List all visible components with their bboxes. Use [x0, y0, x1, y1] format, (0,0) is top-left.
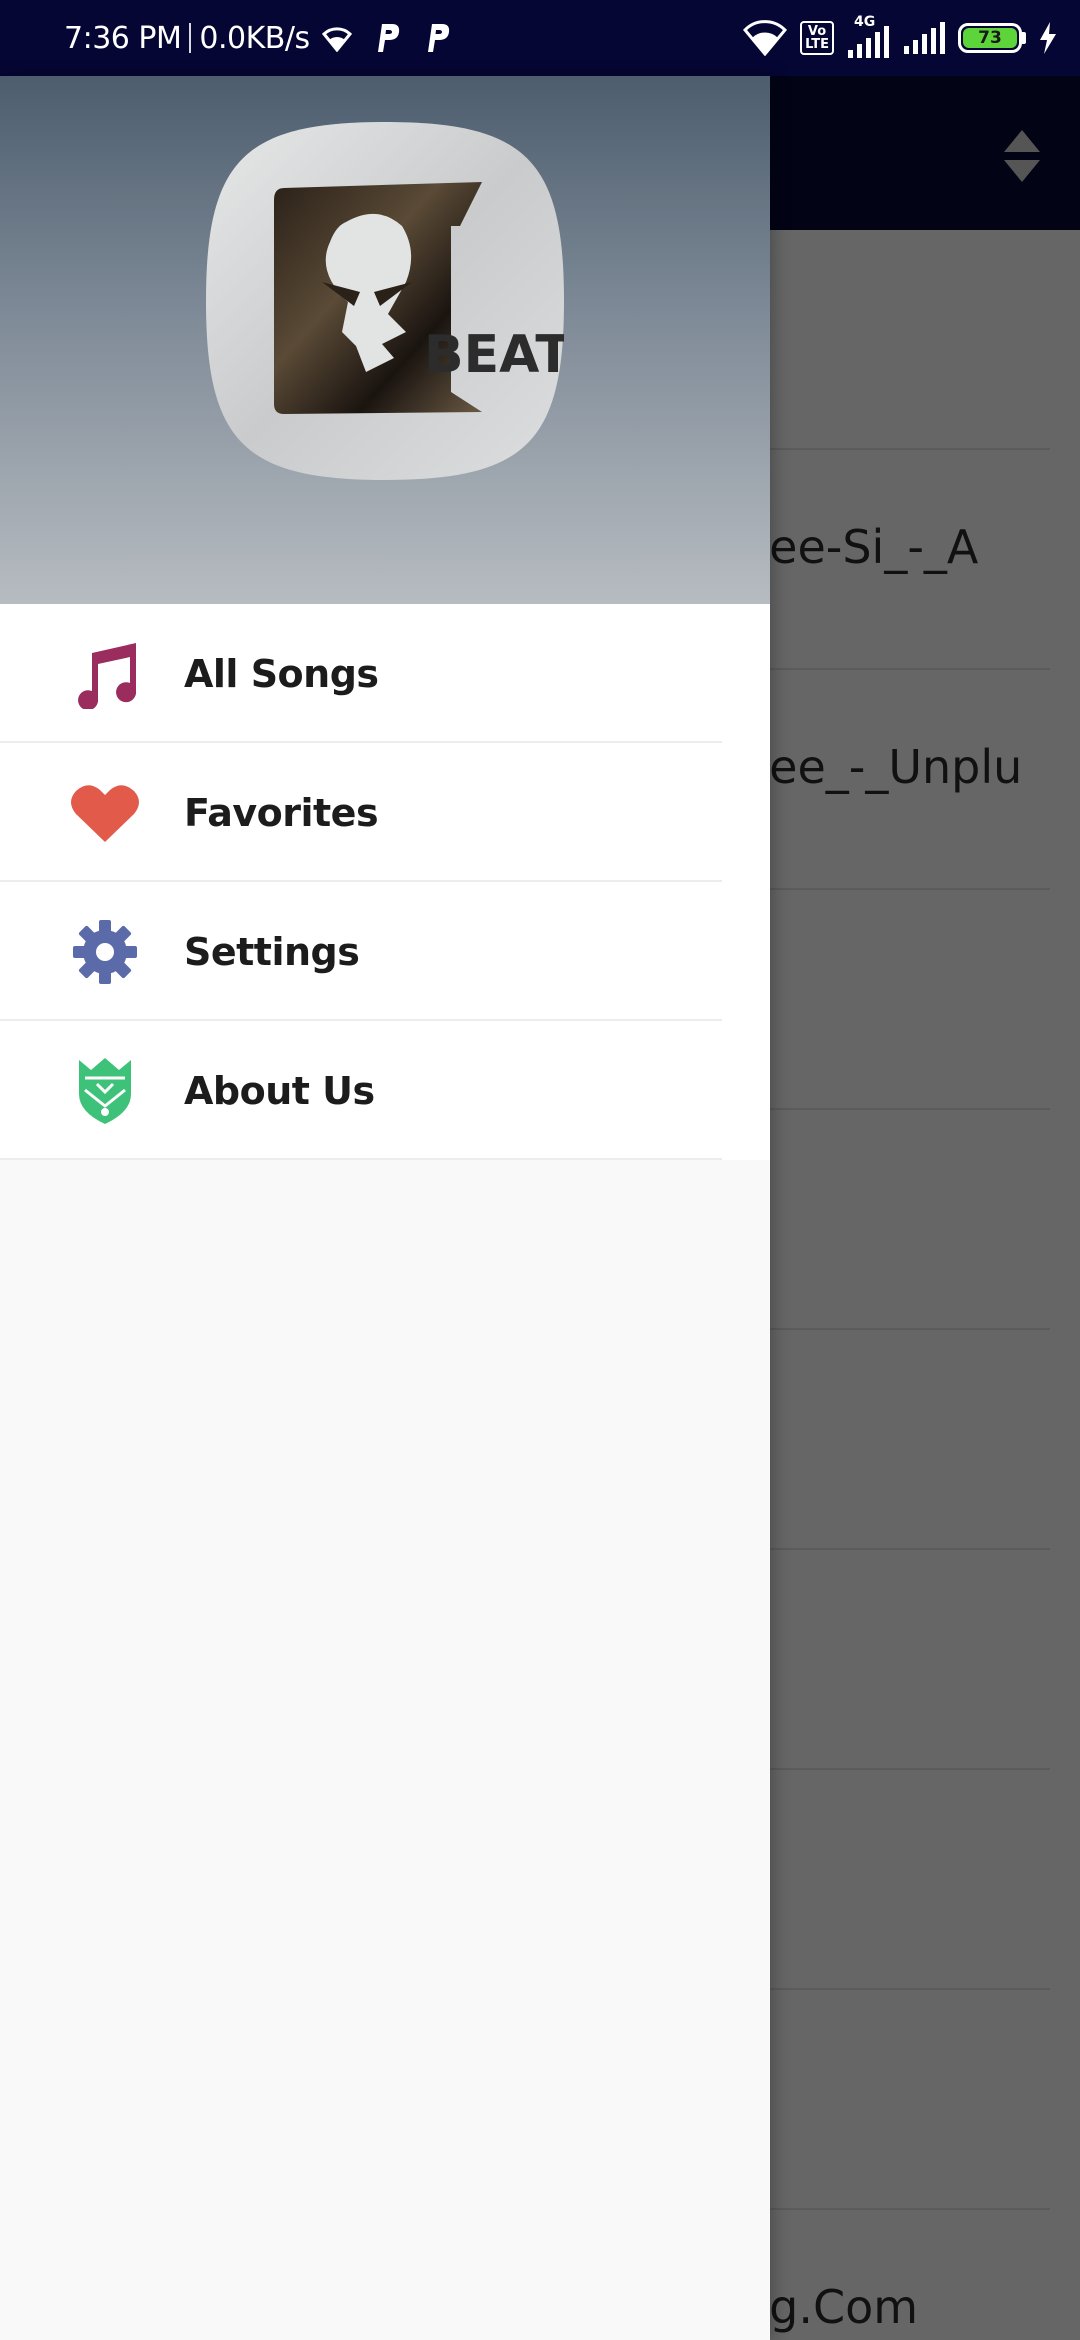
menu-item-settings[interactable]: Settings: [0, 882, 770, 1021]
signal-icon: [904, 22, 945, 54]
signal-icon: [848, 26, 889, 58]
status-bar: 7:36 PM 0.0KB/s Vo LTE 4G 73: [0, 0, 1080, 76]
network-type: 4G: [854, 14, 876, 30]
menu-label: Settings: [184, 929, 360, 974]
menu-item-favorites[interactable]: Favorites: [0, 743, 770, 882]
menu-label: About Us: [184, 1068, 375, 1113]
charging-icon: [1040, 22, 1056, 54]
menu-label: All Songs: [184, 651, 379, 696]
divider: [0, 1158, 722, 1160]
status-speed: 0.0KB/s: [199, 20, 310, 56]
wifi-icon: [743, 20, 788, 56]
logo-text: BEATS: [424, 325, 564, 385]
menu-item-about-us[interactable]: About Us: [0, 1021, 770, 1160]
parking-icon: [427, 24, 449, 52]
volte-badge: Vo LTE: [800, 21, 834, 55]
battery-level: 73: [963, 28, 1017, 48]
battery-icon: 73: [958, 23, 1026, 53]
status-separator: [189, 23, 192, 53]
gear-icon: [70, 917, 140, 987]
parking-icon: [377, 24, 399, 52]
status-time: 7:36 PM: [64, 20, 182, 56]
drawer-header: BEATS: [0, 76, 770, 604]
menu-item-all-songs[interactable]: All Songs: [0, 604, 770, 743]
music-note-icon: [70, 639, 140, 709]
navigation-drawer: BEATS All Songs Favorites: [0, 76, 770, 2340]
sort-icon[interactable]: [1002, 128, 1042, 184]
app-logo: BEATS: [206, 122, 564, 480]
drawer-menu: All Songs Favorites Settings About Us: [0, 604, 770, 1160]
heart-icon: [70, 778, 140, 848]
menu-label: Favorites: [184, 790, 379, 835]
crown-shield-icon: [70, 1056, 140, 1126]
wifi-icon: [321, 27, 352, 52]
